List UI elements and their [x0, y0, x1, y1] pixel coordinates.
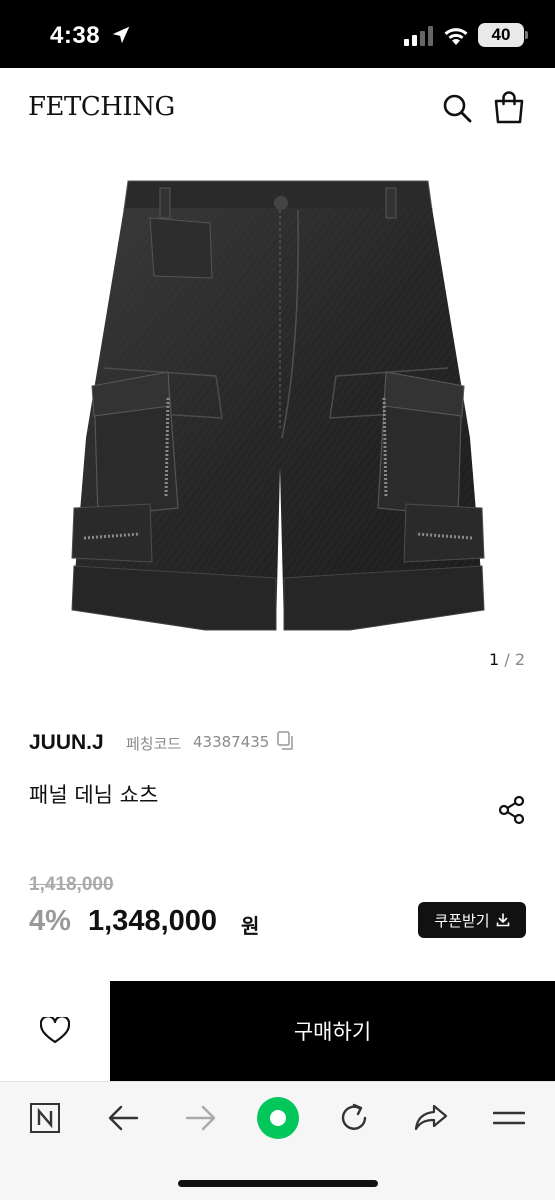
location-arrow-icon	[112, 26, 130, 44]
original-price: 1,418,000	[29, 874, 114, 895]
menu-icon	[493, 1111, 525, 1125]
product-image[interactable]	[0, 148, 555, 688]
battery-tip	[525, 31, 528, 39]
reload-button[interactable]	[336, 1100, 372, 1136]
cellular-signal-icon	[404, 26, 433, 46]
wishlist-button[interactable]	[0, 981, 110, 1081]
share-arrow-icon	[414, 1104, 448, 1131]
coupon-button-label: 쿠폰받기	[434, 911, 490, 930]
heart-icon	[40, 1017, 70, 1044]
menu-button[interactable]	[491, 1100, 527, 1136]
image-counter-separator: /	[504, 650, 510, 669]
naver-n-button[interactable]	[27, 1100, 63, 1136]
battery-icon: 40	[478, 23, 524, 47]
battery-level: 40	[491, 25, 511, 44]
share-page-button[interactable]	[413, 1100, 449, 1136]
image-counter: 1 / 2	[489, 650, 525, 669]
product-code-value: 43387435	[193, 733, 270, 751]
brand-name[interactable]: JUUN.J	[29, 731, 104, 755]
search-icon[interactable]	[441, 92, 473, 124]
discount-rate: 4%	[29, 905, 71, 937]
image-counter-current: 1	[489, 650, 500, 669]
buy-button[interactable]: 구매하기	[110, 981, 555, 1081]
product-code-label: 페칭코드	[126, 735, 182, 753]
status-bar: 4:38 40	[0, 0, 555, 68]
coupon-button[interactable]: 쿠폰받기	[418, 902, 526, 938]
naver-n-icon	[30, 1103, 60, 1133]
download-icon	[496, 913, 509, 927]
sale-price: 1,348,000	[88, 905, 218, 937]
home-indicator	[178, 1180, 378, 1187]
green-home-button[interactable]	[255, 1095, 301, 1141]
back-button[interactable]	[105, 1100, 141, 1136]
share-icon[interactable]	[497, 795, 527, 825]
currency-unit: 원	[241, 914, 260, 938]
shopping-bag-icon[interactable]	[493, 90, 525, 124]
product-name: 패널 데님 쇼츠	[29, 783, 159, 807]
status-time: 4:38	[50, 22, 101, 49]
copy-icon[interactable]	[277, 731, 295, 751]
reload-icon	[341, 1103, 367, 1130]
site-header: FETCHING	[0, 68, 555, 148]
image-counter-total: 2	[514, 650, 525, 669]
buy-button-label: 구매하기	[293, 1020, 372, 1044]
wifi-icon	[444, 28, 468, 45]
green-circle-icon	[257, 1097, 299, 1139]
forward-arrow-icon	[185, 1105, 216, 1131]
back-arrow-icon	[108, 1105, 139, 1131]
forward-button[interactable]	[183, 1100, 219, 1136]
site-logo[interactable]: FETCHING	[28, 92, 175, 122]
